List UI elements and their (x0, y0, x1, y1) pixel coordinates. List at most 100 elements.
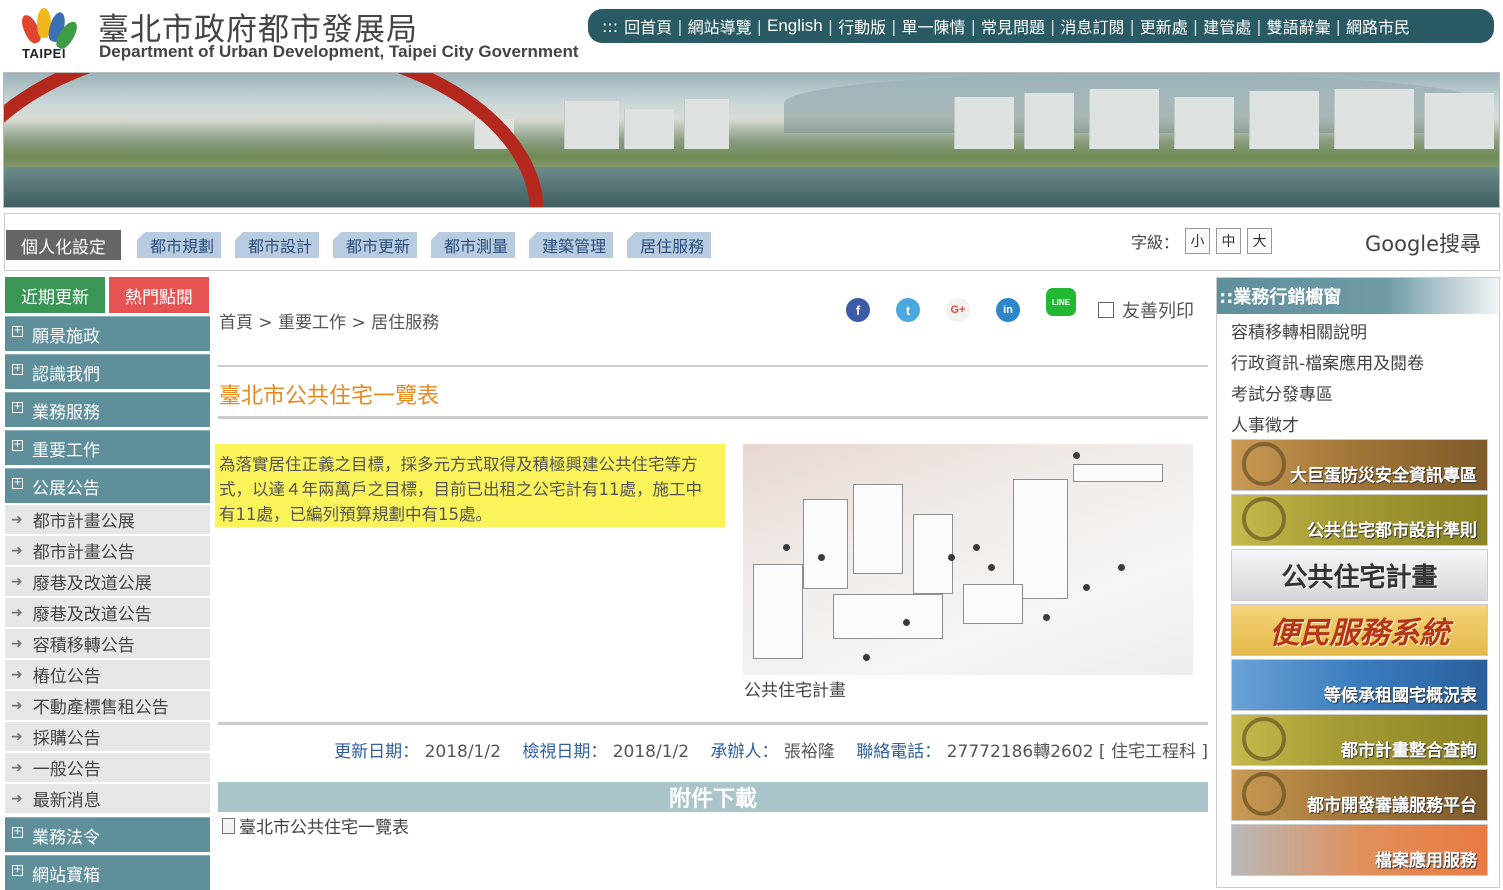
tab-urban-design[interactable]: 都市設計 (235, 232, 320, 258)
share-toolbar: f t G+ in LINE 友善列印 (846, 288, 1194, 324)
topnav-sitemap[interactable]: 網站導覽 (688, 14, 752, 38)
illustration-building (1013, 479, 1068, 599)
submenu-item[interactable]: ➜ 廢巷及改道公告 (5, 598, 210, 627)
topnav-petition[interactable]: 單一陳情 (902, 14, 966, 38)
illustration-building (853, 484, 903, 574)
menu-about-us[interactable]: + 認識我們 (5, 354, 210, 389)
font-size-medium-button[interactable]: 中 (1216, 228, 1242, 254)
banner-label: 便民服務系統 (1269, 616, 1450, 651)
submenu-label: 樁位公告 (32, 667, 101, 687)
main-content: 首頁 > 重要工作 > 居住服務 f t G+ in LINE 友善列印 臺北市… (215, 278, 1208, 888)
tab-popular[interactable]: 熱門點閱 (109, 277, 209, 313)
topnav-home[interactable]: 回首頁 (624, 14, 672, 38)
arrow-right-icon: ➜ (11, 511, 23, 528)
banner-building (684, 99, 729, 149)
menu-services[interactable]: + 業務服務 (5, 392, 210, 427)
submenu-item[interactable]: ➜ 採購公告 (5, 722, 210, 751)
submenu-item[interactable]: ➜ 容積移轉公告 (5, 629, 210, 658)
left-sidebar: 近期更新 熱門點閱 + 願景施政 + 認識我們 + 業務服務 + 重要工作 + 公展公告 … (5, 277, 210, 890)
google-search-link[interactable]: Google搜尋 (1365, 228, 1481, 258)
public-housing-illustration[interactable] (743, 444, 1193, 675)
tab-housing-services[interactable]: 居住服務 (627, 232, 712, 258)
topnav-renewal-office[interactable]: 更新處 (1140, 14, 1188, 38)
tab-recent-updates[interactable]: 近期更新 (5, 277, 105, 313)
link-far-transfer[interactable]: 容積移轉相關說明 (1217, 315, 1499, 346)
banner-housing-waitlist[interactable]: 等候承租國宅概況表 (1231, 659, 1488, 711)
banner-building (1024, 93, 1074, 149)
illustration-tree (903, 619, 910, 626)
menu-regulations[interactable]: + 業務法令 (5, 817, 210, 852)
category-tabs: 都市規劃 都市設計 都市更新 都市測量 建築管理 居住服務 (137, 232, 725, 258)
sub-navigation: 個人化設定 都市規劃 都市設計 都市更新 都市測量 建築管理 居住服務 字級： … (4, 213, 1500, 271)
breadcrumb[interactable]: 首頁 > 重要工作 > 居住服務 (219, 308, 439, 333)
linkedin-icon[interactable]: in (996, 298, 1020, 322)
link-recruitment[interactable]: 人事徵才 (1217, 408, 1499, 439)
page-title: 臺北市公共住宅一覽表 (219, 384, 440, 409)
topnav-english[interactable]: English (767, 16, 823, 36)
illustration-tree (1118, 564, 1125, 571)
topnav-divider: | (1192, 16, 1199, 36)
illustration-building (963, 584, 1023, 624)
submenu-label: 採購公告 (32, 729, 101, 749)
tab-urban-renewal[interactable]: 都市更新 (333, 232, 418, 258)
topnav-subscribe[interactable]: 消息訂閱 (1060, 14, 1124, 38)
submenu-item[interactable]: ➜ 都市計畫公告 (5, 536, 210, 565)
facebook-icon[interactable]: f (846, 298, 870, 322)
google-plus-icon[interactable]: G+ (946, 298, 970, 322)
menu-vision-policy[interactable]: + 願景施政 (5, 316, 210, 351)
globe-icon (1242, 772, 1286, 816)
line-icon[interactable]: LINE (1046, 288, 1076, 316)
submenu-item[interactable]: ➜ 廢巷及改道公展 (5, 567, 210, 596)
attachment-link[interactable]: 臺北市公共住宅一覽表 (222, 813, 409, 838)
menu-label: 業務服務 (32, 402, 100, 423)
banner-label: 都市開發審議服務平台 (1307, 796, 1477, 816)
banner-archive-services[interactable]: 檔案應用服務 (1231, 824, 1488, 876)
banner-citizen-services[interactable]: 便民服務系統 (1231, 604, 1488, 656)
font-size-large-button[interactable]: 大 (1247, 228, 1273, 254)
topnav-building-office[interactable]: 建管處 (1203, 14, 1251, 38)
tab-urban-survey[interactable]: 都市測量 (431, 232, 516, 258)
print-button[interactable]: 友善列印 (1098, 297, 1194, 323)
submenu-item[interactable]: ➜ 樁位公告 (5, 660, 210, 689)
tab-building-management[interactable]: 建築管理 (529, 232, 614, 258)
topnav-e-citizen[interactable]: 網路市民 (1346, 14, 1410, 38)
submenu-item[interactable]: ➜ 都市計畫公展 (5, 505, 210, 534)
topnav-glossary[interactable]: 雙語辭彙 (1267, 14, 1331, 38)
banner-urban-plan-query[interactable]: 都市計畫整合查詢 (1231, 714, 1488, 766)
link-records-access[interactable]: 行政資訊-檔案應用及閱卷 (1217, 346, 1499, 377)
menu-key-work[interactable]: + 重要工作 (5, 430, 210, 465)
banner-dome-safety[interactable]: 大巨蛋防災安全資訊專區 (1231, 439, 1488, 491)
banner-building (564, 101, 619, 149)
topnav-faq[interactable]: 常見問題 (981, 14, 1045, 38)
site-header: TAIPEI 臺北市政府都市發展局 Department of Urban De… (0, 0, 1503, 70)
intro-text: 為落實居住正義之目標，採多元方式取得及積極興建公共住宅等方式，以達４年兩萬戶之目… (215, 444, 725, 527)
page-meta: 更新日期： 2018/1/2 檢視日期： 2018/1/2 承辦人： 張裕隆 聯… (334, 737, 1208, 762)
personal-settings-button[interactable]: 個人化設定 (6, 230, 121, 260)
submenu-item[interactable]: ➜ 最新消息 (5, 784, 210, 813)
banner-housing-design-guide[interactable]: 公共住宅都市設計準則 (1231, 494, 1488, 546)
submenu-label: 不動產標售租公告 (32, 698, 169, 718)
menu-treasure-box[interactable]: + 網站寶箱 (5, 855, 210, 890)
arrow-right-icon: ➜ (11, 604, 23, 621)
illustration-tree (863, 654, 870, 661)
submenu-item[interactable]: ➜ 不動產標售租公告 (5, 691, 210, 720)
submenu-item[interactable]: ➜ 一般公告 (5, 753, 210, 782)
banner-label: 公共住宅都市設計準則 (1307, 521, 1477, 541)
viewed-date: 2018/1/2 (612, 742, 690, 762)
banner-public-housing-plan[interactable]: 公共住宅計畫 (1231, 549, 1488, 601)
font-size-label: 字級： (1131, 233, 1180, 252)
illustration-building (753, 564, 803, 659)
link-exam-assignment[interactable]: 考試分發專區 (1217, 377, 1499, 408)
illustration-tree (783, 544, 790, 551)
submenu-label: 都市計畫公展 (32, 512, 135, 532)
twitter-icon[interactable]: t (896, 298, 920, 322)
tab-urban-planning[interactable]: 都市規劃 (137, 232, 222, 258)
expand-icon: + (12, 325, 23, 337)
banner-development-review[interactable]: 都市開發審議服務平台 (1231, 769, 1488, 821)
globe-icon (1242, 442, 1286, 486)
sidebar-tabs: 近期更新 熱門點閱 (5, 277, 210, 313)
font-size-small-button[interactable]: 小 (1185, 228, 1211, 254)
taipei-logo[interactable]: TAIPEI (18, 6, 81, 62)
topnav-mobile[interactable]: 行動版 (838, 14, 886, 38)
menu-announcements[interactable]: + 公展公告 (5, 468, 210, 503)
